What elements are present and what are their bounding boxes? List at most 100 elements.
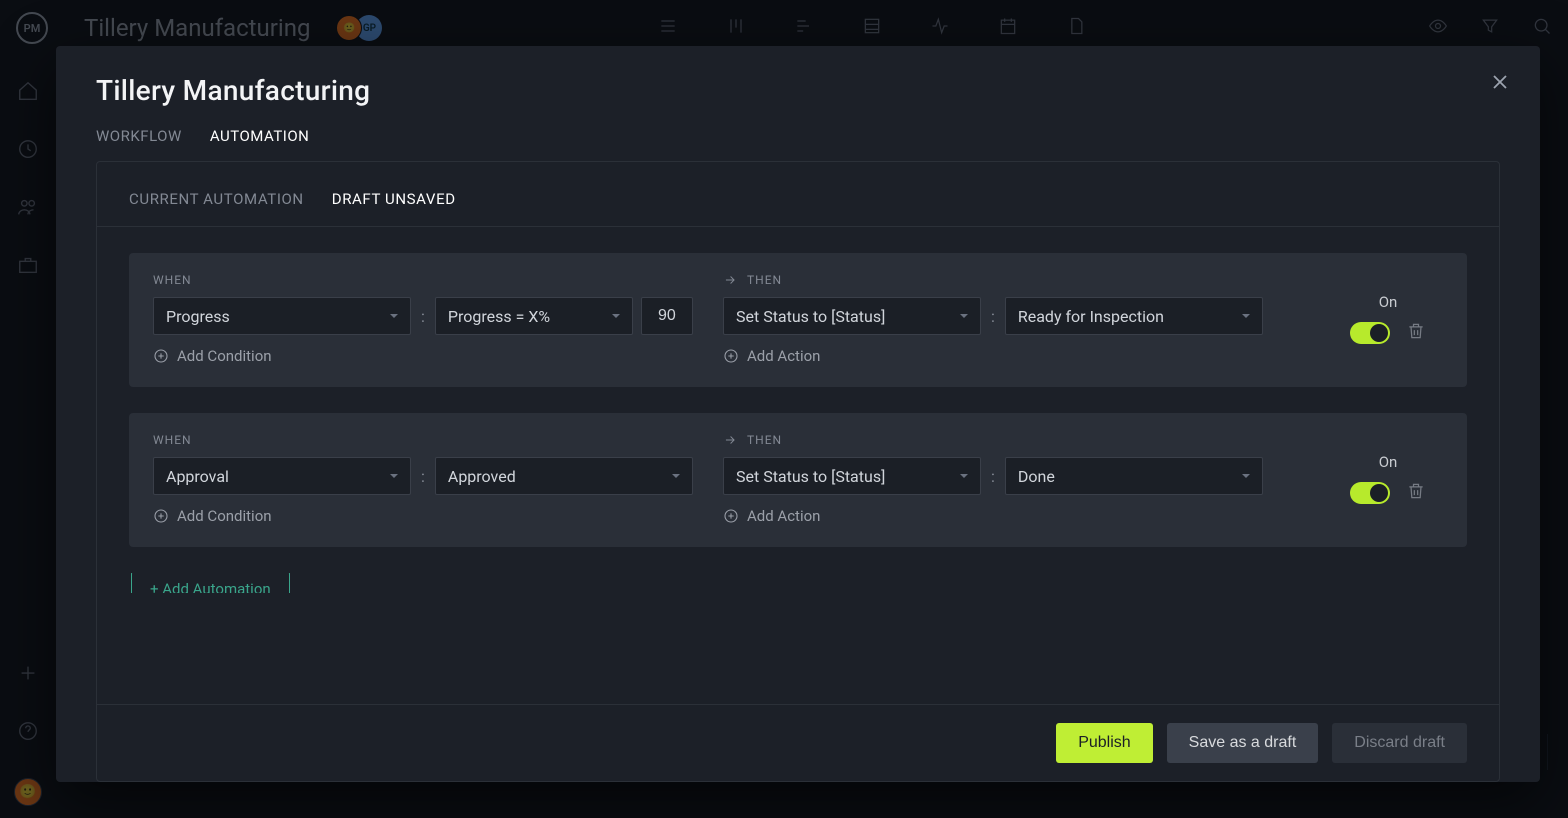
chevron-down-icon [958, 307, 970, 326]
when-section: WHEN Progress : Progress = X% [153, 273, 713, 365]
add-automation-clip: + Add Automation [131, 573, 1467, 593]
plus-circle-icon [723, 508, 739, 524]
select-value: Progress = X% [448, 307, 550, 326]
select-value: Set Status to [Status] [736, 467, 885, 486]
automation-rule: WHEN Progress : Progress = X% [129, 253, 1467, 387]
select-value: Done [1018, 467, 1055, 486]
save-draft-button[interactable]: Save as a draft [1167, 723, 1319, 763]
discard-draft-button[interactable]: Discard draft [1332, 723, 1467, 763]
then-action-select[interactable]: Set Status to [Status] [723, 457, 981, 495]
tab-workflow[interactable]: WORKFLOW [96, 127, 182, 161]
then-label: THEN [723, 433, 1323, 447]
select-value: Approved [448, 467, 516, 486]
topbar-right [1428, 16, 1552, 40]
filter-icon[interactable] [1480, 16, 1500, 40]
search-icon[interactable] [1532, 16, 1552, 40]
delete-rule-button[interactable] [1406, 481, 1426, 505]
help-icon[interactable] [17, 720, 39, 746]
when-trigger-select[interactable]: Progress [153, 297, 411, 335]
when-condition-select[interactable]: Approved [435, 457, 693, 495]
chevron-down-icon [958, 467, 970, 486]
then-section: THEN Set Status to [Status] : Done [723, 433, 1323, 525]
user-avatar[interactable]: 🙂 [14, 778, 42, 806]
list-icon[interactable] [658, 16, 678, 40]
subtab-current[interactable]: CURRENT AUTOMATION [129, 190, 304, 208]
plus-circle-icon [153, 508, 169, 524]
add-condition-button[interactable]: Add Condition [153, 347, 713, 365]
arrow-right-icon [723, 433, 737, 447]
delete-rule-button[interactable] [1406, 321, 1426, 345]
calendar-icon[interactable] [998, 16, 1018, 40]
chevron-down-icon [388, 307, 400, 326]
when-label: WHEN [153, 273, 713, 287]
then-value-select[interactable]: Done [1005, 457, 1263, 495]
rule-toggle[interactable] [1350, 482, 1390, 504]
chevron-down-icon [1240, 307, 1252, 326]
add-action-button[interactable]: Add Action [723, 347, 1323, 365]
toggle-label: On [1379, 293, 1398, 311]
sheet-icon[interactable] [862, 16, 882, 40]
add-action-label: Add Action [747, 507, 820, 525]
file-icon[interactable] [1066, 16, 1086, 40]
add-condition-label: Add Condition [177, 347, 272, 365]
automation-modal: Tillery Manufacturing WORKFLOW AUTOMATIO… [56, 46, 1540, 782]
rule-controls: On [1333, 273, 1443, 365]
automation-rule: WHEN Approval : Approved [129, 413, 1467, 547]
add-condition-button[interactable]: Add Condition [153, 507, 713, 525]
rules-area: WHEN Progress : Progress = X% [97, 227, 1499, 704]
select-value: Set Status to [Status] [736, 307, 885, 326]
home-icon[interactable] [17, 80, 39, 106]
arrow-right-icon [723, 273, 737, 287]
select-value: Progress [166, 307, 230, 326]
close-button[interactable] [1488, 70, 1512, 94]
when-trigger-select[interactable]: Approval [153, 457, 411, 495]
board-icon[interactable] [726, 16, 746, 40]
then-label: THEN [723, 273, 1323, 287]
close-icon [1488, 70, 1512, 94]
eye-icon[interactable] [1428, 16, 1448, 40]
plus-icon[interactable] [17, 662, 39, 688]
team-icon[interactable] [17, 196, 39, 222]
project-title: Tillery Manufacturing [84, 14, 310, 42]
when-condition-select[interactable]: Progress = X% [435, 297, 633, 335]
view-switcher [658, 16, 1086, 40]
separator: : [989, 307, 997, 326]
subtab-draft[interactable]: DRAFT UNSAVED [332, 190, 456, 208]
plus-circle-icon [723, 348, 739, 364]
sidebar: 🙂 [0, 56, 56, 818]
then-action-select[interactable]: Set Status to [Status] [723, 297, 981, 335]
select-value: Ready for Inspection [1018, 307, 1164, 326]
chevron-down-icon [610, 307, 622, 326]
app-logo: PM [16, 12, 48, 44]
then-value-select[interactable]: Ready for Inspection [1005, 297, 1263, 335]
modal-tabs: WORKFLOW AUTOMATION [96, 127, 1500, 161]
separator: : [419, 307, 427, 326]
gantt-icon[interactable] [794, 16, 814, 40]
toggle-label: On [1379, 453, 1398, 471]
automation-panel: CURRENT AUTOMATION DRAFT UNSAVED WHEN Pr… [96, 161, 1500, 782]
add-condition-label: Add Condition [177, 507, 272, 525]
separator: : [989, 467, 997, 486]
tab-automation[interactable]: AUTOMATION [210, 127, 310, 161]
avatar-group: 🙂 GP [336, 15, 382, 41]
chevron-down-icon [1240, 467, 1252, 486]
separator: : [419, 467, 427, 486]
add-action-button[interactable]: Add Action [723, 507, 1323, 525]
automation-subtabs: CURRENT AUTOMATION DRAFT UNSAVED [97, 162, 1499, 227]
rule-toggle[interactable] [1350, 322, 1390, 344]
activity-icon[interactable] [930, 16, 950, 40]
plus-circle-icon [153, 348, 169, 364]
briefcase-icon[interactable] [17, 254, 39, 280]
clock-icon[interactable] [17, 138, 39, 164]
rule-controls: On [1333, 433, 1443, 525]
modal-header: Tillery Manufacturing WORKFLOW AUTOMATIO… [56, 46, 1540, 161]
when-value-input[interactable] [641, 297, 693, 335]
then-section: THEN Set Status to [Status] : Ready for … [723, 273, 1323, 365]
when-section: WHEN Approval : Approved [153, 433, 713, 525]
publish-button[interactable]: Publish [1056, 723, 1152, 763]
chevron-down-icon [388, 467, 400, 486]
trash-icon [1406, 321, 1426, 341]
trash-icon [1406, 481, 1426, 501]
add-automation-button[interactable]: + Add Automation [131, 573, 290, 593]
select-value: Approval [166, 467, 229, 486]
